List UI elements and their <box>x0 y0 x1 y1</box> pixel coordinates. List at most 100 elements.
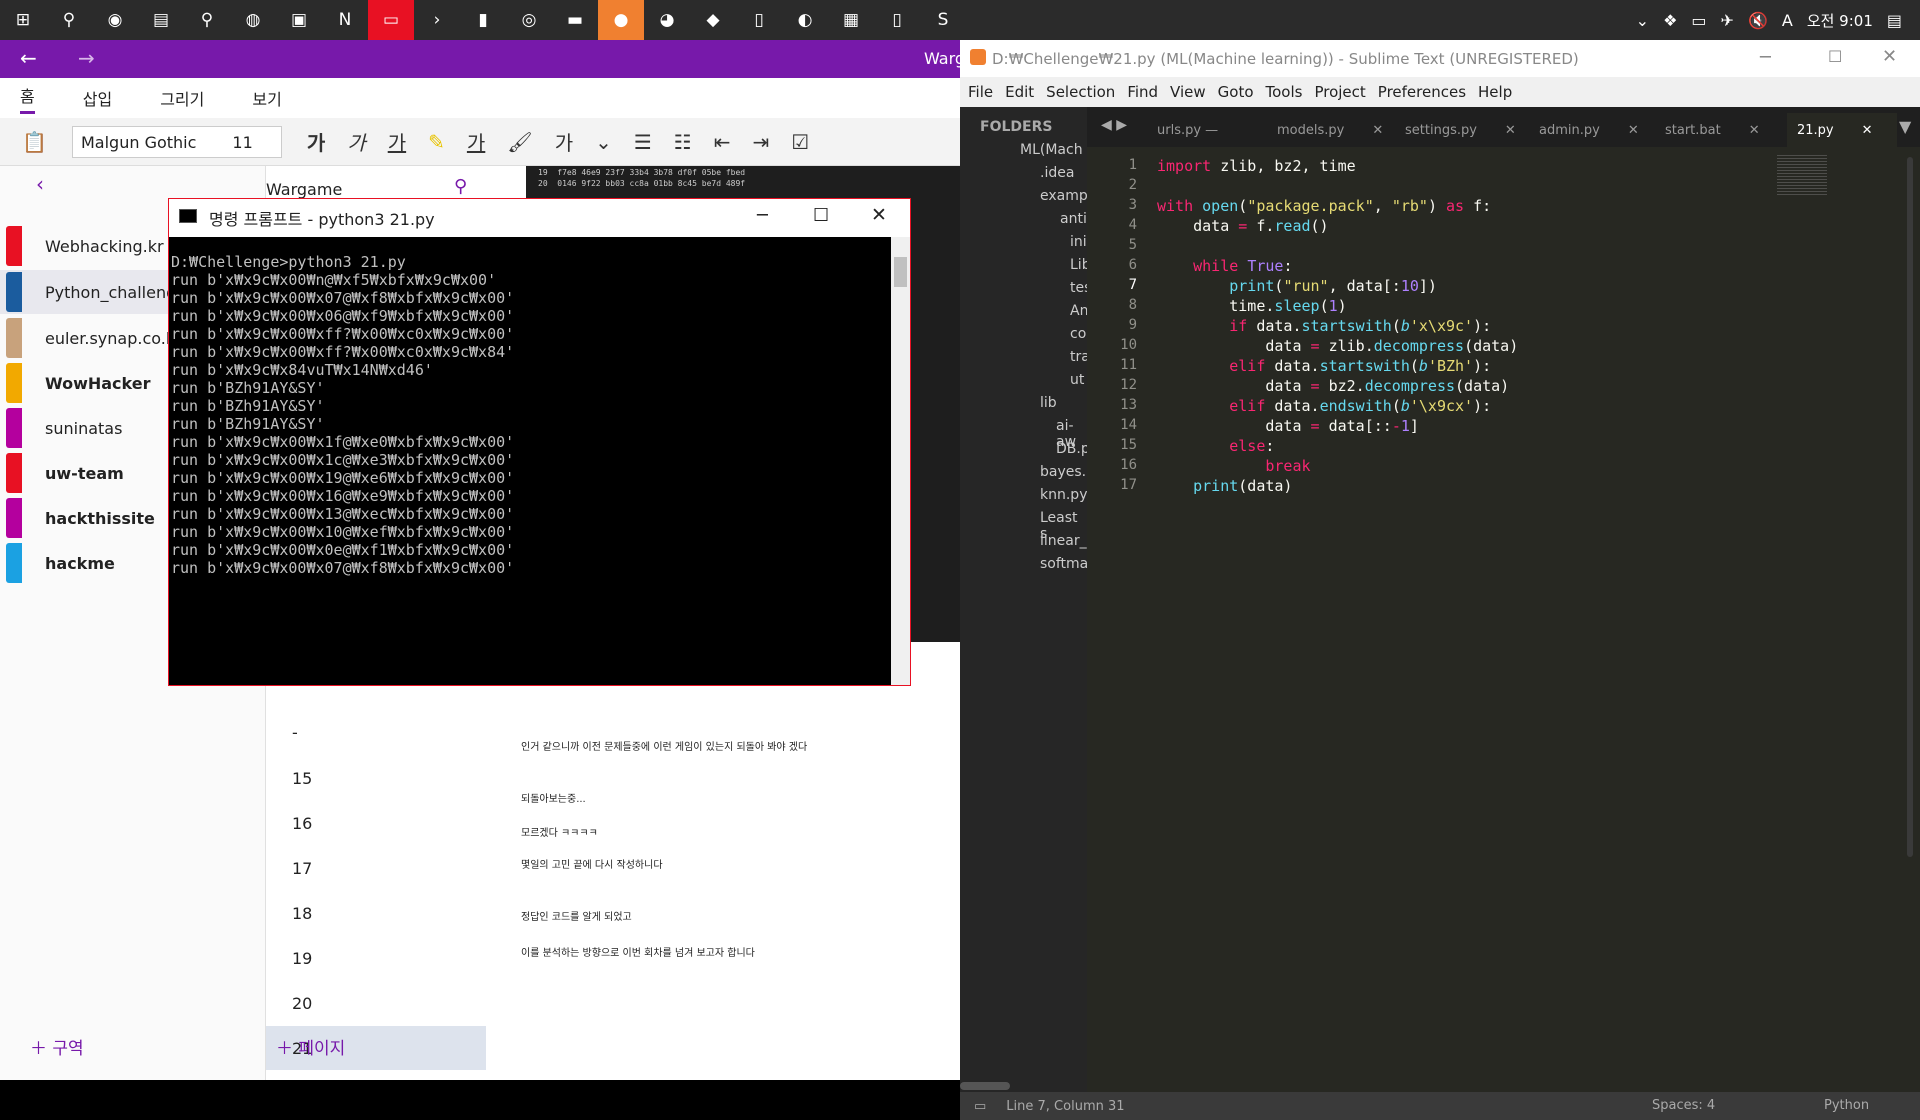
windows-start-icon[interactable]: ⊞ <box>0 0 46 40</box>
page-item[interactable]: 18 <box>266 891 486 935</box>
tab-nav-arrows[interactable]: ◀ ▶ <box>1101 117 1127 133</box>
editor-scrollbar[interactable] <box>1907 157 1913 857</box>
cmd-icon[interactable]: ▭ <box>368 0 414 40</box>
chevron-up-icon[interactable]: ⌄ <box>1636 11 1649 30</box>
media-icon[interactable]: ◎ <box>506 0 552 40</box>
app-icon[interactable]: ▮ <box>460 0 506 40</box>
menu-project[interactable]: Project <box>1314 83 1365 101</box>
close-icon[interactable]: ✕ <box>1882 46 1897 67</box>
airplane-icon[interactable]: ✈ <box>1721 11 1734 30</box>
vpn-icon[interactable]: ◐ <box>782 0 828 40</box>
menu-preferences[interactable]: Preferences <box>1378 83 1466 101</box>
collapse-chevron-icon[interactable]: ‹ <box>36 172 44 196</box>
add-section-button[interactable]: ＋ 구역 <box>30 1034 84 1059</box>
tab[interactable]: urls.py — <box>1147 113 1275 147</box>
maximize-icon[interactable]: ☐ <box>813 205 829 226</box>
tab-dropdown-icon[interactable]: ▼ <box>1899 117 1911 136</box>
syntax-setting[interactable]: Python <box>1824 1098 1869 1113</box>
app2-icon[interactable]: ◕ <box>644 0 690 40</box>
chrome-icon[interactable]: ◉ <box>92 0 138 40</box>
page-item[interactable]: 19 <box>266 936 486 980</box>
tab-insert[interactable]: 삽입 <box>83 86 112 110</box>
menu-help[interactable]: Help <box>1478 83 1512 101</box>
tree-folder[interactable]: exampl <box>1040 188 1092 204</box>
forward-arrow-icon[interactable]: → <box>78 46 95 70</box>
outdent-icon[interactable]: ⇤ <box>714 130 731 154</box>
menu-find[interactable]: Find <box>1127 83 1158 101</box>
tab-view[interactable]: 보기 <box>252 86 281 110</box>
minimize-icon[interactable]: ─ <box>757 205 768 226</box>
underline-button[interactable]: 가 <box>388 127 406 156</box>
maps-icon[interactable]: ◆ <box>690 0 736 40</box>
tree-folder[interactable]: ini <box>1070 234 1087 250</box>
tab-active[interactable]: 21.py ✕ <box>1787 113 1897 147</box>
cmd-output[interactable]: D:₩Chellenge>python3 21.py run b'x₩x9c₩x0… <box>169 237 889 685</box>
font-name[interactable]: Malgun Gothic <box>81 133 196 152</box>
sublime-icon[interactable]: S <box>920 0 966 40</box>
minimap[interactable] <box>1777 155 1827 195</box>
format-painter-icon[interactable]: 🖌 <box>507 130 532 154</box>
tree-folder[interactable]: lib <box>1040 395 1057 411</box>
search-icon[interactable]: ⚲ <box>46 0 92 40</box>
menu-file[interactable]: File <box>968 83 993 101</box>
tab[interactable]: admin.py ✕ <box>1529 113 1655 147</box>
tree-folder[interactable]: .idea <box>1040 165 1074 181</box>
menu-tools[interactable]: Tools <box>1266 83 1303 101</box>
font-size[interactable]: 11 <box>232 133 252 152</box>
tree-file[interactable]: co <box>1070 326 1086 342</box>
minimize-icon[interactable]: ─ <box>1760 47 1771 68</box>
more-chevron-icon[interactable]: ⌄ <box>595 130 612 154</box>
tab[interactable]: models.py ✕ <box>1267 113 1399 147</box>
back-arrow-icon[interactable]: ← <box>20 46 37 70</box>
bold-button[interactable]: 가 <box>307 127 325 156</box>
menu-edit[interactable]: Edit <box>1005 83 1034 101</box>
search-icon[interactable]: ⚲ <box>454 176 467 197</box>
pycharm-icon[interactable]: ▣ <box>276 0 322 40</box>
sidebar-scrollbar[interactable] <box>960 1082 1010 1090</box>
numbered-list-icon[interactable]: ☷ <box>674 130 692 154</box>
tree-file[interactable]: knn.py <box>1040 487 1087 503</box>
firefox-icon[interactable]: ◍ <box>230 0 276 40</box>
bullet-list-icon[interactable]: ☰ <box>634 130 652 154</box>
font-selector[interactable]: Malgun Gothic 11 <box>72 126 282 158</box>
app-search-icon[interactable]: ⚲ <box>184 0 230 40</box>
clock[interactable]: 오전 9:01 <box>1807 10 1873 31</box>
tab[interactable]: start.bat ✕ <box>1655 113 1781 147</box>
clipboard-icon[interactable]: 📋 <box>22 130 47 154</box>
italic-button[interactable]: 가 <box>347 127 365 156</box>
menu-view[interactable]: View <box>1170 83 1206 101</box>
ime-indicator[interactable]: A <box>1782 11 1793 30</box>
tree-file[interactable]: softma <box>1040 556 1088 572</box>
battery-icon[interactable]: ▭ <box>1691 11 1706 30</box>
indent-setting[interactable]: Spaces: 4 <box>1652 1098 1715 1113</box>
tab-home[interactable]: 홈 <box>20 83 35 114</box>
page-item[interactable]: - <box>266 710 486 754</box>
add-page-button[interactable]: ＋ 페이지 <box>276 1034 345 1059</box>
tree-folder[interactable]: ML(Mach <box>1020 142 1083 158</box>
maximize-icon[interactable]: ☐ <box>1828 47 1842 66</box>
clear-format-icon[interactable]: 가 <box>555 127 573 156</box>
page-item[interactable]: 20 <box>266 981 486 1025</box>
volume-muted-icon[interactable]: 🔇 <box>1748 11 1768 30</box>
dropbox-icon[interactable]: ❖ <box>1663 11 1677 30</box>
tab[interactable]: settings.py ✕ <box>1395 113 1531 147</box>
cmd-scrollbar[interactable] <box>891 237 910 685</box>
menu-goto[interactable]: Goto <box>1218 83 1254 101</box>
tree-file[interactable]: DB.p <box>1056 441 1090 457</box>
kakaotalk-icon[interactable]: ● <box>598 0 644 40</box>
page-item[interactable]: 15 <box>266 756 486 800</box>
close-icon[interactable]: ✕ <box>871 204 887 226</box>
tree-file[interactable]: linear_ <box>1040 533 1087 549</box>
network-app-icon[interactable]: ▦ <box>828 0 874 40</box>
onenote-icon[interactable]: N <box>322 0 368 40</box>
file-explorer-icon[interactable]: ▤ <box>138 0 184 40</box>
checkbox-icon[interactable]: ☑ <box>791 130 809 154</box>
page-item[interactable]: 17 <box>266 846 486 890</box>
font-color-button[interactable]: 가 <box>467 127 485 156</box>
panel-toggle-icon[interactable]: ▭ <box>974 1099 986 1114</box>
tree-file[interactable]: An <box>1070 303 1088 319</box>
page-item[interactable]: 16 <box>266 801 486 845</box>
notification-icon[interactable]: ▤ <box>1887 11 1902 30</box>
menu-selection[interactable]: Selection <box>1046 83 1115 101</box>
tab-draw[interactable]: 그리기 <box>160 86 204 110</box>
